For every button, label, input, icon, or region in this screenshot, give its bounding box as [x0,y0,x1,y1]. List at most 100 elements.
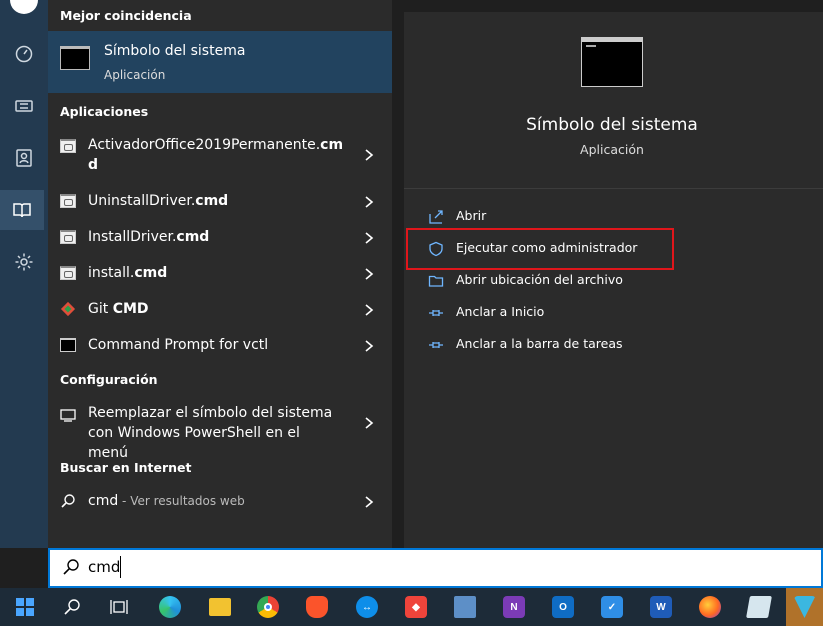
taskbar-teamviewer[interactable]: ↔ [345,588,389,626]
taskbar-anydesk[interactable]: ◆ [394,588,438,626]
search-results-panel: Mejor coincidencia Símbolo del sistema A… [48,0,392,548]
console-icon [60,46,90,70]
brave-icon [306,596,328,618]
action-label: Abrir ubicación del archivo [456,272,623,287]
taskbar-outlook[interactable]: O [541,588,585,626]
chevron-right-icon[interactable] [362,416,376,430]
windows-icon [16,598,34,616]
teamviewer-icon: ↔ [356,596,378,618]
contact-icon[interactable] [8,142,40,174]
list-item-label: Git CMD [88,301,149,317]
best-match-item[interactable]: Símbolo del sistema Aplicación [48,31,392,93]
list-item[interactable]: InstallDriver.cmd [48,226,392,250]
git-icon [60,301,76,317]
task-view-button[interactable] [97,588,141,626]
chevron-right-icon[interactable] [362,339,376,353]
tickets-icon[interactable] [8,90,40,122]
todo-icon: ✓ [601,596,623,618]
outlook-icon: O [552,596,574,618]
taskbar-chrome[interactable] [246,588,290,626]
recent-icon[interactable] [8,38,40,70]
chevron-right-icon[interactable] [362,495,376,509]
taskbar-vmware[interactable] [786,588,823,626]
pin-icon [429,310,443,316]
action-open-location[interactable]: Abrir ubicación del archivo [428,269,788,293]
taskbar-search-button[interactable] [50,588,94,626]
best-match-title: Símbolo del sistema [104,43,246,59]
taskbar-notepad[interactable] [737,588,781,626]
best-match-header: Mejor coincidencia [60,8,192,23]
folder-icon [209,598,231,616]
list-item-label: InstallDriver.cmd [88,229,210,245]
divider [404,188,823,189]
notepad-icon [746,596,772,618]
chevron-right-icon[interactable] [362,195,376,209]
edge-icon [159,596,181,618]
list-item[interactable]: ActivadorOffice2019Permanente.cm d [48,132,392,178]
text-caret [120,556,121,578]
list-item-label: Command Prompt for vctl [88,337,269,353]
taskbar-remote-desktop[interactable] [443,588,487,626]
chevron-right-icon[interactable] [362,231,376,245]
chevron-right-icon[interactable] [362,267,376,281]
action-pin-start[interactable]: Anclar a Inicio [428,301,788,325]
anydesk-icon: ◆ [405,596,427,618]
user-avatar[interactable] [10,0,38,14]
list-item[interactable]: Git CMD [48,298,392,322]
search-box[interactable]: cmd [48,548,823,588]
detail-title: Símbolo del sistema [526,115,698,135]
word-icon: W [650,596,672,618]
app-detail-panel: Símbolo del sistema Aplicación Abrir Eje… [404,12,823,548]
settings-item[interactable]: Reemplazar el símbolo del sistema con Win… [48,402,392,461]
chevron-right-icon[interactable] [362,148,376,162]
onenote-icon: N [503,596,525,618]
settings-item-label: Reemplazar el símbolo del sistema con Win… [88,405,333,461]
book-icon[interactable] [0,190,44,230]
apps-header: Aplicaciones [60,104,149,119]
console-icon [60,338,76,352]
taskbar-file-explorer[interactable] [198,588,242,626]
taskbar-onenote[interactable]: N [492,588,536,626]
gear-icon[interactable] [8,246,40,278]
search-icon [61,494,75,508]
web-search-item[interactable]: cmd - Ver resultados web [48,490,392,514]
firefox-icon [699,596,721,618]
start-button[interactable] [3,588,47,626]
search-icon [64,599,80,615]
taskbar-brave[interactable] [295,588,339,626]
detail-subtitle: Aplicación [580,142,644,157]
taskbar-word[interactable]: W [639,588,683,626]
web-header: Buscar en Internet [60,460,192,475]
search-input[interactable]: cmd [88,558,120,576]
chrome-icon [257,596,279,618]
list-item[interactable]: UninstallDriver.cmd [48,190,392,214]
web-search-label: cmd - Ver resultados web [88,493,245,509]
cmd-file-icon [60,230,76,244]
list-item[interactable]: Command Prompt for vctl [48,334,392,358]
taskbar-edge[interactable] [148,588,192,626]
annotation-highlight-box [406,228,674,270]
cmd-file-icon [60,139,76,153]
chevron-right-icon[interactable] [362,303,376,317]
list-item[interactable]: install.cmd [48,262,392,286]
remote-desktop-icon [454,596,476,618]
cmd-file-icon [60,266,76,280]
action-label: Anclar a la barra de tareas [456,336,623,351]
taskbar-todo[interactable]: ✓ [590,588,634,626]
best-match-subtitle: Aplicación [104,68,166,82]
task-view-icon [110,600,128,614]
action-pin-taskbar[interactable]: Anclar a la barra de tareas [428,333,788,357]
open-icon [429,210,443,224]
list-item-label: install.cmd [88,265,168,281]
console-icon [581,37,643,87]
settings-header: Configuración [60,372,158,387]
action-label: Anclar a Inicio [456,304,545,319]
taskbar: ↔ ◆ N O ✓ W [0,588,823,626]
list-item-label: UninstallDriver.cmd [88,193,229,209]
search-icon [63,559,79,575]
pin-icon [429,342,443,348]
folder-icon [428,275,444,287]
action-open[interactable]: Abrir [428,205,788,229]
taskbar-firefox[interactable] [688,588,732,626]
action-label: Abrir [456,208,487,223]
